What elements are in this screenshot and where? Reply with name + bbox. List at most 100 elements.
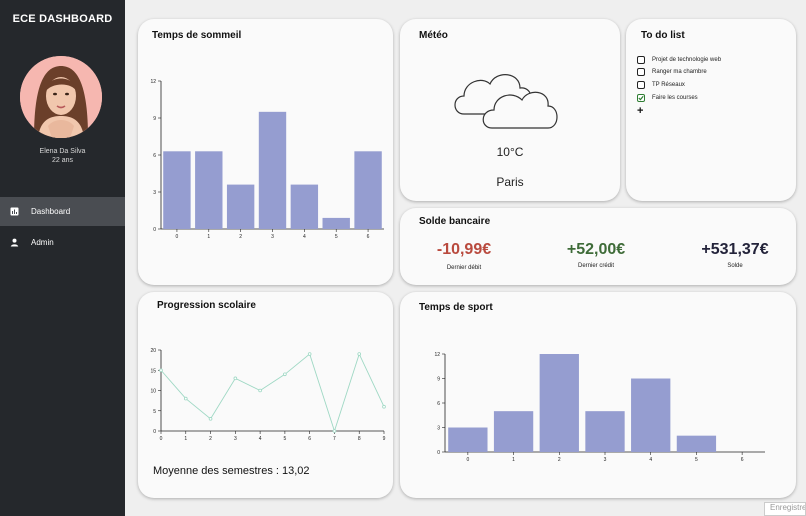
nav-dashboard-label: Dashboard xyxy=(31,207,71,216)
sleep-chart: 0369120 1 2 3 4 5 6 xyxy=(150,79,384,240)
data-point xyxy=(183,396,188,401)
sport-card: Temps de sport 0 3 6 9 12 0 1 2 3 4 5 6 xyxy=(400,292,796,498)
x-tick-label: 5 xyxy=(335,234,338,240)
data-point xyxy=(258,388,262,393)
todo-item-label: Faire les courses xyxy=(652,95,698,101)
y-tick-label: 20 xyxy=(150,348,156,354)
y-tick-label: 12 xyxy=(150,79,156,85)
weather-temperature: 10°C xyxy=(496,145,524,159)
grades-line xyxy=(160,352,385,433)
y-tick-label: 15 xyxy=(150,368,156,374)
data-point xyxy=(332,429,337,433)
todo-checkbox[interactable] xyxy=(637,56,645,64)
y-tick-label: 9 xyxy=(153,116,156,122)
todo-item[interactable]: Ranger ma chambre xyxy=(637,68,707,76)
user-age: 22 ans xyxy=(51,157,74,164)
grades-card: Progression scolaire 0 5 10 15 20 0 1 2 3 4 5 6 7 8 9 … xyxy=(138,292,393,498)
add-task-button[interactable]: + xyxy=(637,105,643,117)
bar xyxy=(322,217,350,229)
todo-item-label: Projet de technologie web xyxy=(652,57,722,63)
data-point xyxy=(159,368,163,373)
todo-item[interactable]: Faire les courses xyxy=(637,94,698,102)
data-point xyxy=(283,372,287,377)
sleep-card: Temps de sommeil 0 3 6 9 12 0 1 2 3 4 5 6 xyxy=(138,19,393,285)
y-tick-label: 9 xyxy=(437,377,440,383)
last-debit-amount: -10,99€ xyxy=(436,241,492,258)
todo-item-label: Ranger ma chambre xyxy=(652,69,707,75)
y-tick-label: 0 xyxy=(153,227,156,233)
x-tick-label: 4 xyxy=(259,436,262,442)
data-point xyxy=(357,352,362,356)
person-icon xyxy=(9,238,19,248)
x-tick-label: 2 xyxy=(558,457,561,463)
x-tick-label: 2 xyxy=(209,436,212,442)
bank-card: Solde bancaire -10,99€ Dernier débit +52… xyxy=(400,208,796,285)
x-tick-label: 3 xyxy=(271,234,274,240)
todo-checkbox[interactable] xyxy=(637,68,645,76)
x-tick-label: 2 xyxy=(239,234,242,240)
bank-title: Solde bancaire xyxy=(419,216,491,227)
bar xyxy=(448,427,488,452)
data-point xyxy=(233,376,238,381)
x-tick-label: 6 xyxy=(367,234,370,240)
sidebar: ECE DASHBOARD Elena Da Silva 22 ans Dash… xyxy=(0,0,125,516)
bar xyxy=(290,184,319,229)
user-name: Elena Da Silva xyxy=(39,148,86,155)
last-debit-label: Dernier débit xyxy=(446,265,482,271)
y-tick-label: 6 xyxy=(437,401,440,407)
last-credit-label: Dernier crédit xyxy=(577,263,614,269)
data-point xyxy=(307,352,312,356)
x-tick-label: 8 xyxy=(358,436,361,442)
y-tick-label: 0 xyxy=(437,450,440,456)
bar xyxy=(631,378,671,452)
balance-label: Solde xyxy=(727,263,743,269)
todo-title: To do list xyxy=(641,30,685,41)
x-tick-label: 6 xyxy=(741,457,744,463)
weather-title: Météo xyxy=(419,30,448,41)
y-tick-label: 10 xyxy=(150,389,156,395)
x-tick-label: 1 xyxy=(207,234,210,240)
cloud-icon xyxy=(452,68,558,135)
bar xyxy=(195,151,223,229)
x-tick-label: 1 xyxy=(512,457,515,463)
bar xyxy=(226,184,255,229)
todo-card: To do list Projet de technologie web Ran… xyxy=(626,19,796,201)
y-tick-label: 3 xyxy=(437,426,440,432)
weather-city: Paris xyxy=(496,175,524,189)
x-tick-label: 0 xyxy=(160,436,163,442)
grades-average: Moyenne des semestres : 13,02 xyxy=(153,465,310,477)
todo-checkbox-checked[interactable] xyxy=(637,94,645,102)
data-point xyxy=(382,404,386,409)
balance-amount: +531,37€ xyxy=(701,241,769,258)
y-tick-label: 3 xyxy=(153,190,156,196)
nav-admin[interactable]: Admin xyxy=(0,228,125,257)
x-tick-label: 4 xyxy=(649,457,652,463)
y-tick-label: 6 xyxy=(153,153,156,159)
todo-checkbox[interactable] xyxy=(637,81,645,89)
x-tick-label: 4 xyxy=(303,234,306,240)
bar xyxy=(258,111,287,229)
x-tick-label: 5 xyxy=(695,457,698,463)
x-tick-label: 5 xyxy=(283,436,286,442)
x-tick-label: 3 xyxy=(234,436,237,442)
bar xyxy=(354,151,382,229)
x-tick-label: 3 xyxy=(604,457,607,463)
bar xyxy=(539,354,579,452)
todo-item[interactable]: TP Réseaux xyxy=(637,81,685,89)
todo-item-label: TP Réseaux xyxy=(652,82,685,88)
bar xyxy=(163,151,191,229)
x-tick-label: 6 xyxy=(308,436,311,442)
bar xyxy=(493,411,534,452)
data-point xyxy=(208,417,213,421)
nav-dashboard[interactable]: Dashboard xyxy=(0,197,125,226)
nav-admin-label: Admin xyxy=(31,238,54,247)
save-tab[interactable]: Enregistrer xyxy=(764,502,806,516)
todo-item[interactable]: Projet de technologie web xyxy=(637,56,721,64)
x-tick-label: 9 xyxy=(383,436,386,442)
last-credit-amount: +52,00€ xyxy=(566,241,626,258)
bar xyxy=(676,435,717,452)
y-tick-label: 12 xyxy=(434,352,440,358)
x-tick-label: 0 xyxy=(466,457,469,463)
avatar xyxy=(20,56,102,138)
bar xyxy=(585,411,625,452)
